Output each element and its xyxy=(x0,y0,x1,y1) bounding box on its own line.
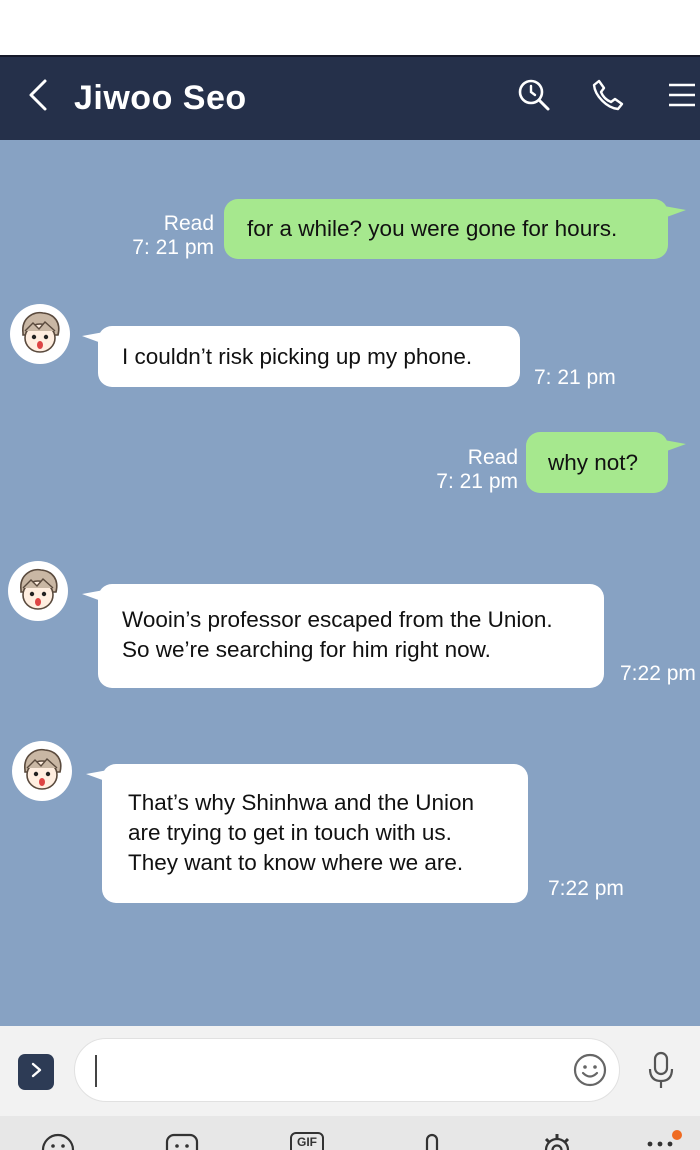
bubble-tail xyxy=(664,431,686,453)
message-time: 7:22 pm xyxy=(620,662,696,685)
bottom-toolbar: GIF xyxy=(0,1116,700,1150)
gif-icon: GIF xyxy=(290,1132,324,1150)
top-strip xyxy=(0,0,700,55)
avatar[interactable] xyxy=(10,304,70,364)
menu-icon xyxy=(666,80,698,115)
avatar[interactable] xyxy=(8,561,68,621)
emoji-icon xyxy=(572,1052,608,1093)
bubble-tail xyxy=(664,197,686,219)
message-time: 7: 21 pm xyxy=(534,366,616,389)
avatar-face-icon xyxy=(20,568,58,610)
voice-message-button[interactable] xyxy=(644,1050,678,1095)
emoticon-button[interactable] xyxy=(38,1132,78,1150)
message-text: why not? xyxy=(548,450,639,475)
message-input[interactable] xyxy=(74,1038,620,1102)
call-button[interactable] xyxy=(588,77,628,117)
emoji-button[interactable] xyxy=(571,1053,609,1091)
search-button[interactable] xyxy=(514,77,554,117)
avatar-face-icon xyxy=(24,748,62,790)
message-time: 7: 21 pm xyxy=(436,470,518,493)
message-text: I couldn’t risk picking up my phone. xyxy=(122,344,473,369)
read-receipt: Read xyxy=(163,212,214,235)
message-text: are trying to get in touch with us. xyxy=(128,820,452,845)
message-text: for a while? you were gone for hours. xyxy=(247,216,618,241)
received-message-bubble[interactable]: Wooin’s professor escaped from the Union… xyxy=(98,584,604,688)
message-time: 7: 21 pm xyxy=(132,236,214,259)
gif-label: GIF xyxy=(297,1135,317,1149)
clip-icon xyxy=(414,1132,450,1150)
emoticon-icon xyxy=(40,1132,76,1150)
search-icon xyxy=(517,78,551,117)
received-message-bubble[interactable]: That’s why Shinhwa and the Union are try… xyxy=(102,764,528,903)
avatar-face-icon xyxy=(22,311,60,353)
settings-button[interactable] xyxy=(537,1132,577,1150)
received-message-bubble[interactable]: I couldn’t risk picking up my phone. xyxy=(98,326,520,387)
message-text: They want to know where we are. xyxy=(128,850,464,875)
settings-icon xyxy=(539,1132,575,1150)
avatar[interactable] xyxy=(12,741,72,801)
message-input-bar xyxy=(0,1026,700,1116)
sent-message-bubble[interactable]: for a while? you were gone for hours. xyxy=(224,199,668,259)
gif-button[interactable]: GIF xyxy=(287,1132,327,1150)
phone-icon xyxy=(591,78,625,117)
message-text: Wooin’s professor escaped from the Union… xyxy=(122,607,553,632)
text-caret xyxy=(95,1055,97,1087)
back-button[interactable] xyxy=(20,77,56,117)
message-meta: Read 7: 21 pm xyxy=(100,212,214,260)
expand-button[interactable] xyxy=(18,1054,54,1090)
expand-icon xyxy=(29,1061,43,1084)
microphone-icon xyxy=(646,1050,676,1095)
back-arrow-icon xyxy=(27,78,49,117)
chat-header: Jiwoo Seo xyxy=(0,55,700,140)
attach-button[interactable] xyxy=(412,1132,452,1150)
read-receipt: Read xyxy=(467,446,518,469)
sticker-button[interactable] xyxy=(162,1132,202,1150)
menu-button[interactable] xyxy=(662,77,700,117)
message-meta: Read 7: 21 pm xyxy=(400,446,518,494)
message-text: So we’re searching for him right now. xyxy=(122,637,491,662)
chat-area[interactable]: Read 7: 21 pm for a while? you were gone… xyxy=(0,140,700,1026)
message-text: That’s why Shinhwa and the Union xyxy=(128,790,475,815)
sticker-icon xyxy=(164,1132,200,1150)
contact-name: Jiwoo Seo xyxy=(74,79,247,117)
notification-dot xyxy=(672,1130,682,1140)
sent-message-bubble[interactable]: why not? xyxy=(526,432,668,493)
message-time: 7:22 pm xyxy=(548,877,624,900)
